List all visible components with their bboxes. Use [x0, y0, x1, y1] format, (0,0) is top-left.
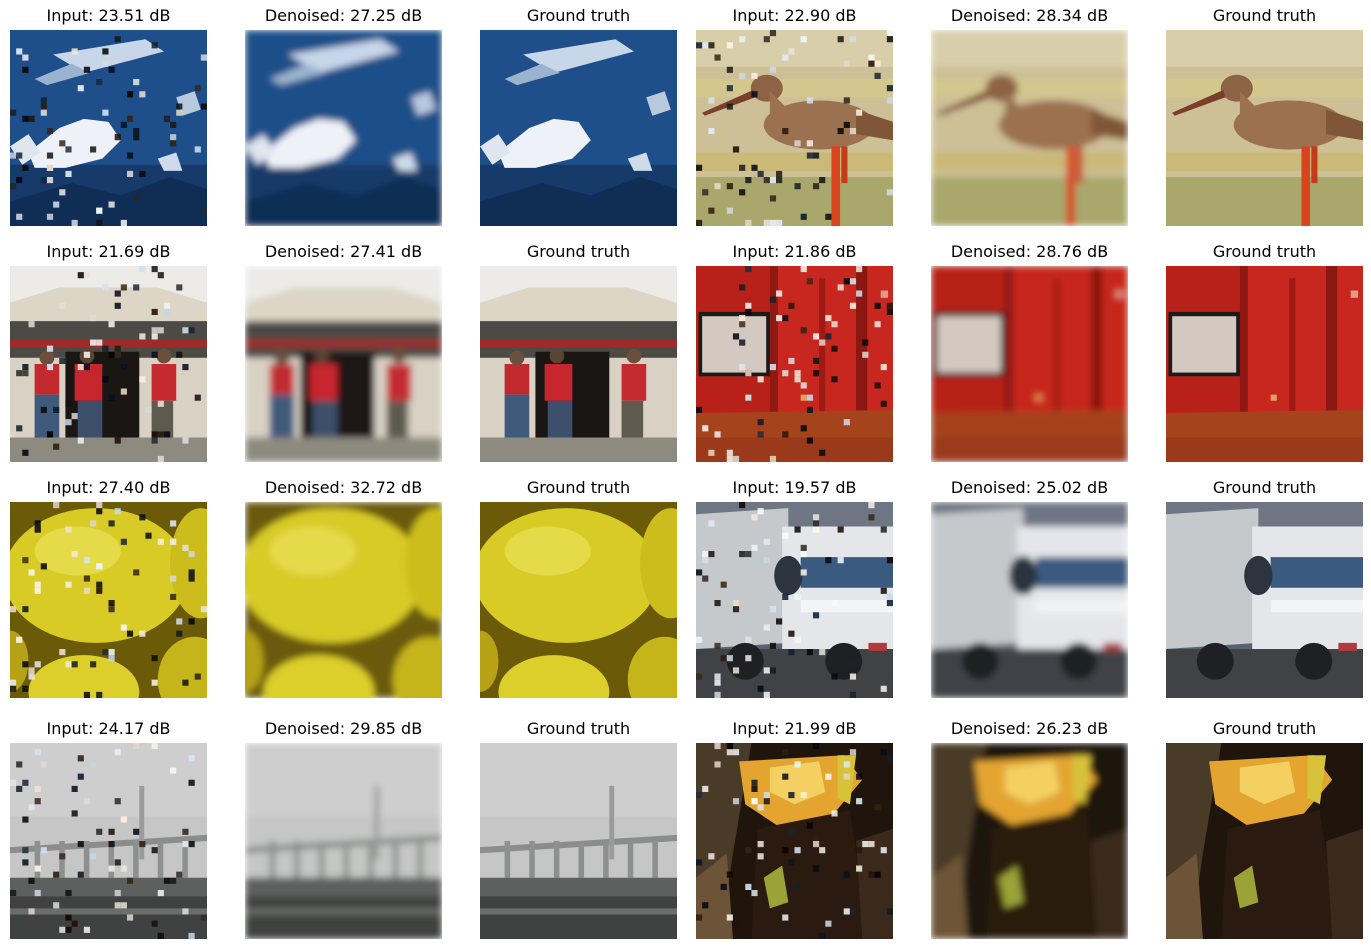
panel-image	[480, 743, 677, 939]
panel-image	[931, 743, 1128, 939]
panel-image	[931, 30, 1128, 226]
panel-caption: Denoised: 32.72 dB	[264, 478, 423, 497]
panel-image	[931, 502, 1128, 698]
bird-truth-image	[1166, 30, 1363, 226]
panel-caption: Input: 21.69 dB	[46, 242, 171, 261]
panel-caption: Denoised: 26.23 dB	[950, 719, 1109, 738]
panel-image	[480, 30, 677, 226]
mountain-truth-image	[480, 30, 677, 226]
yurt-truth-image	[480, 266, 677, 462]
dark-truth-image	[1166, 743, 1363, 939]
panel-image	[10, 266, 207, 462]
lemons-truth-image	[480, 502, 677, 698]
panel-image	[10, 502, 207, 698]
panel-caption: Ground truth	[526, 242, 631, 261]
yurt-denoised-image	[245, 266, 442, 462]
panel-caption: Ground truth	[526, 6, 631, 25]
panel-caption: Ground truth	[1212, 478, 1317, 497]
panel-caption: Denoised: 29.85 dB	[264, 719, 423, 738]
panel-caption: Ground truth	[526, 478, 631, 497]
mountain-denoised-image	[245, 30, 442, 226]
truck-truth-image	[1166, 502, 1363, 698]
panel-caption: Input: 23.51 dB	[46, 6, 171, 25]
bridge-denoised-image	[245, 743, 442, 939]
panel-image	[1166, 266, 1363, 462]
panel-image	[1166, 743, 1363, 939]
lemons-denoised-image	[245, 502, 442, 698]
bird-input-image	[696, 30, 893, 226]
panel-image	[10, 30, 207, 226]
panel-image	[696, 743, 893, 939]
panel-caption: Ground truth	[1212, 242, 1317, 261]
bridge-input-image	[10, 743, 207, 939]
truck-denoised-image	[931, 502, 1128, 698]
panel-caption: Denoised: 25.02 dB	[950, 478, 1109, 497]
panel-caption: Input: 21.86 dB	[732, 242, 857, 261]
panel-image	[245, 266, 442, 462]
bird-denoised-image	[931, 30, 1128, 226]
lemons-input-image	[10, 502, 207, 698]
redroom-input-image	[696, 266, 893, 462]
panel-caption: Denoised: 27.25 dB	[264, 6, 423, 25]
panel-caption: Input: 21.99 dB	[732, 719, 857, 738]
panel-image	[480, 502, 677, 698]
panel-caption: Input: 22.90 dB	[732, 6, 857, 25]
dark-denoised-image	[931, 743, 1128, 939]
panel-image	[696, 266, 893, 462]
dark-input-image	[696, 743, 893, 939]
panel-image	[245, 30, 442, 226]
panel-caption: Input: 19.57 dB	[732, 478, 857, 497]
redroom-truth-image	[1166, 266, 1363, 462]
panel-image	[480, 266, 677, 462]
panel-image	[696, 502, 893, 698]
panel-caption: Ground truth	[1212, 719, 1317, 738]
truck-input-image	[696, 502, 893, 698]
panel-caption: Ground truth	[1212, 6, 1317, 25]
panel-image	[10, 743, 207, 939]
yurt-input-image	[10, 266, 207, 462]
panel-caption: Input: 24.17 dB	[46, 719, 171, 738]
panel-caption: Denoised: 28.76 dB	[950, 242, 1109, 261]
panel-caption: Denoised: 27.41 dB	[264, 242, 423, 261]
panel-caption: Ground truth	[526, 719, 631, 738]
panel-image	[696, 30, 893, 226]
panel-image	[245, 502, 442, 698]
redroom-denoised-image	[931, 266, 1128, 462]
panel-image	[1166, 30, 1363, 226]
mountain-input-image	[10, 30, 207, 226]
panel-image	[931, 266, 1128, 462]
panel-image	[245, 743, 442, 939]
panel-caption: Denoised: 28.34 dB	[950, 6, 1109, 25]
panel-image	[1166, 502, 1363, 698]
bridge-truth-image	[480, 743, 677, 939]
panel-caption: Input: 27.40 dB	[46, 478, 171, 497]
